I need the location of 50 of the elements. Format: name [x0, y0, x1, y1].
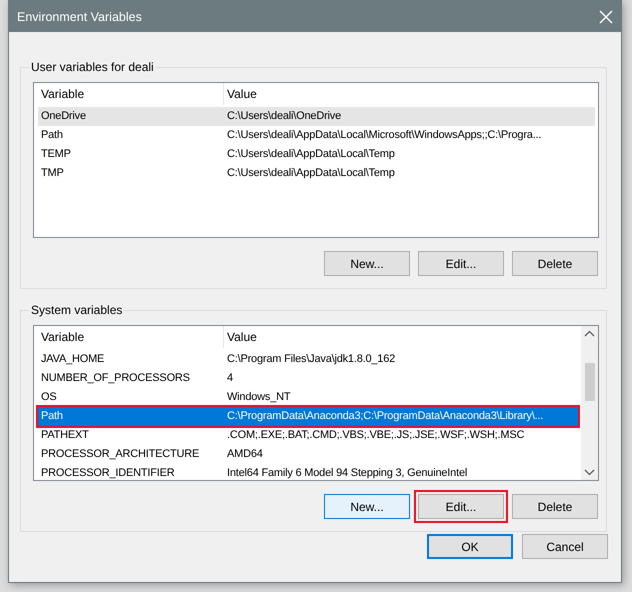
scrollbar[interactable]: [581, 326, 598, 480]
variable-name: TEMP: [40, 148, 72, 161]
variable-name: Path: [40, 410, 64, 423]
scrollbar-thumb[interactable]: [584, 363, 594, 401]
list-button[interactable]: New...: [324, 251, 410, 276]
variable-row[interactable]: OneDrive C:\Users\deali\OneDrive: [38, 107, 595, 126]
variable-row[interactable]: Path C:\ProgramData\Anaconda3;C:\ProgramData\Anaconda3\Library\...: [38, 407, 578, 426]
variable-row[interactable]: JAVA_HOME C:\Program Files\Java\jdk1.8.0_162: [38, 350, 578, 369]
list-button[interactable]: Delete: [512, 251, 598, 276]
variable-row[interactable]: PATHEXT .COM;.EXE;.BAT;.CMD;.VBS;.VBE;.JS;.JSE;.WSF;.WSH;.MSC: [38, 426, 578, 445]
variable-value: Intel64 Family 6 Model 94 Stepping 3, GenuineIntel: [226, 467, 468, 480]
variable-value: 4: [226, 372, 233, 385]
variable-value: Windows_NT: [226, 391, 290, 404]
variable-value: C:\ProgramData\Anaconda3;C:\ProgramData\Anaconda3\Library\...: [226, 410, 544, 423]
variable-name: OS: [40, 391, 58, 404]
group-title: System variables: [30, 303, 124, 317]
dialog-button[interactable]: OK: [427, 534, 513, 559]
window-title: Environment Variables: [17, 10, 142, 24]
variable-row[interactable]: TEMP C:\Users\deali\AppData\Local\Temp: [38, 145, 595, 164]
variable-value: C:\Program Files\Java\jdk1.8.0_162: [226, 353, 396, 366]
variable-value: C:\Users\deali\AppData\Local\Microsoft\WindowsApps;;C:\Progra...: [226, 129, 542, 142]
variable-row[interactable]: PROCESSOR_ARCHITECTURE AMD64: [38, 445, 578, 464]
column-header[interactable]: Variable: [38, 83, 224, 105]
variable-value: C:\Users\deali\AppData\Local\Temp: [226, 167, 395, 180]
variable-row[interactable]: PROCESSOR_IDENTIFIER Intel64 Family 6 Model 94 Stepping 3, GenuineIntel: [38, 464, 578, 480]
variable-row[interactable]: TMP C:\Users\deali\AppData\Local\Temp: [38, 164, 595, 183]
variable-value: AMD64: [226, 448, 263, 461]
list-button[interactable]: New...: [324, 494, 410, 519]
group-title: User variables for deali: [30, 60, 155, 74]
variable-name: Path: [40, 129, 64, 142]
variable-row[interactable]: NUMBER_OF_PROCESSORS 4: [38, 369, 578, 388]
column-header[interactable]: Value: [224, 87, 257, 101]
variable-row[interactable]: Path C:\Users\deali\AppData\Local\Microsoft\WindowsApps;;C:\Progra...: [38, 126, 595, 145]
list-button[interactable]: Edit...: [418, 251, 504, 276]
variable-name: PROCESSOR_IDENTIFIER: [40, 467, 176, 480]
variable-name: NUMBER_OF_PROCESSORS: [40, 372, 191, 385]
list-button[interactable]: Delete: [512, 494, 598, 519]
variable-name: PROCESSOR_ARCHITECTURE: [40, 448, 200, 461]
variable-name: PATHEXT: [40, 429, 90, 442]
variable-row[interactable]: OS Windows_NT: [38, 388, 578, 407]
variable-value: .COM;.EXE;.BAT;.CMD;.VBS;.VBE;.JS;.JSE;.WSF;.WSH;.MSC: [226, 429, 524, 442]
variable-value: C:\Users\deali\AppData\Local\Temp: [226, 148, 395, 161]
dialog-button[interactable]: Cancel: [522, 534, 608, 559]
variable-name: TMP: [40, 167, 65, 180]
list-button[interactable]: Edit...: [418, 494, 504, 519]
variable-name: OneDrive: [40, 110, 87, 123]
variable-name: JAVA_HOME: [40, 353, 106, 366]
variable-value: C:\Users\deali\OneDrive: [226, 110, 341, 123]
column-header[interactable]: Value: [224, 330, 257, 344]
column-header[interactable]: Variable: [38, 326, 224, 348]
